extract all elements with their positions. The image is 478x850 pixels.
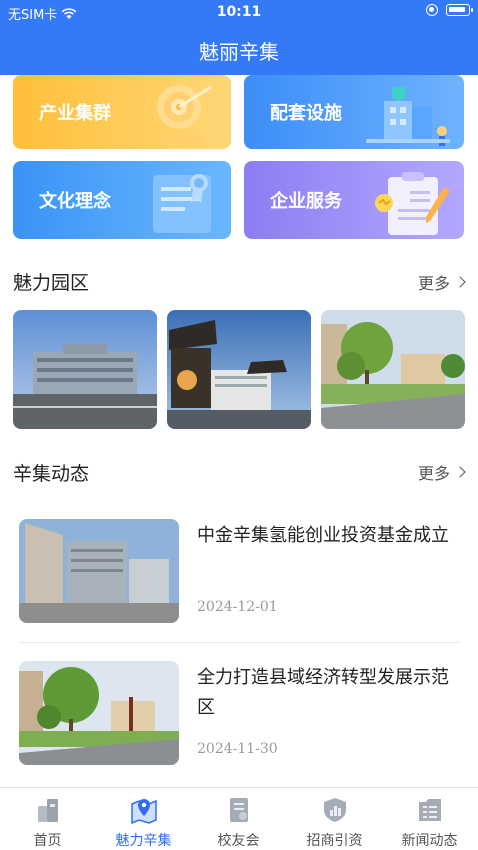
news-thumbnail [19,661,179,765]
news-divider [19,642,459,643]
card-industry-cluster[interactable]: 产业集群 [13,75,231,149]
news-section-title: 辛集动态 [13,463,90,485]
news-thumbnail [19,519,179,623]
news-item-2[interactable]: 全力打造县域经济转型发展示范区 2024-11-30 [19,661,459,771]
tab-label: 校友会 [217,833,260,849]
more-label: 更多 [417,464,450,483]
map-pin-icon [130,799,157,824]
status-time: 10:11 [216,4,262,20]
park-photo-building [13,310,157,429]
park-image-1[interactable] [13,310,157,429]
news-title: 中金辛集氢能创业投资基金成立 [197,525,449,546]
park-photo-garden [321,310,465,429]
news-photo-garden [19,661,179,765]
chevron-right-icon [454,276,466,288]
status-right [426,4,473,16]
card-label: 文化理念 [39,191,111,212]
tab-label: 首页 [33,833,62,849]
top-header: 无SIM卡 10:11 魅丽辛集 [0,0,478,75]
park-section-title: 魅力园区 [13,272,90,294]
card-culture-concept[interactable]: 文化理念 [13,161,231,239]
news-title: 全力打造县域经济转型发展示范区 [197,667,449,718]
card-label: 产业集群 [39,103,111,124]
tab-home[interactable]: 首页 [0,792,95,849]
card-label: 企业服务 [270,191,342,212]
news-date: 2024-12-01 [197,599,278,615]
clipboard-icon [375,172,450,235]
tab-charm-xinji[interactable]: 魅力辛集 [96,792,191,849]
card-enterprise-service[interactable]: 企业服务 [244,161,464,239]
park-photo-gate [167,310,311,429]
news-more-link[interactable]: 更多 [417,460,466,484]
park-image-3[interactable] [321,310,465,429]
page-title: 魅丽辛集 [199,40,279,64]
bottom-tab-bar: 首页 魅力辛集 校友会 招商引资 新闻动态 [0,787,478,850]
target-icon [157,85,212,143]
tab-label: 新闻动态 [401,833,458,849]
tab-label: 魅力辛集 [115,833,172,849]
status-bar: 无SIM卡 10:11 [0,0,478,26]
tab-investment[interactable]: 招商引资 [287,792,382,849]
news-date: 2024-11-30 [197,741,278,757]
document-icon [229,798,248,822]
building-icon [366,87,450,146]
tab-news[interactable]: 新闻动态 [382,792,477,849]
battery-icon [446,4,473,16]
news-photo-building [19,519,179,623]
news-item-1[interactable]: 中金辛集氢能创业投资基金成立 2024-12-01 [19,519,459,629]
park-image-2[interactable] [167,310,311,429]
more-label: 更多 [417,274,450,293]
tab-label: 招商引资 [306,833,363,849]
orientation-lock-icon [426,4,438,16]
chart-shield-icon [323,798,346,822]
certificate-icon [153,174,211,233]
card-label: 配套设施 [270,103,342,124]
tab-alumni[interactable]: 校友会 [191,792,286,849]
park-more-link[interactable]: 更多 [417,270,466,294]
card-supporting-facilities[interactable]: 配套设施 [244,75,464,149]
chevron-right-icon [454,466,466,478]
news-icon [418,799,441,821]
home-icon [37,799,58,822]
